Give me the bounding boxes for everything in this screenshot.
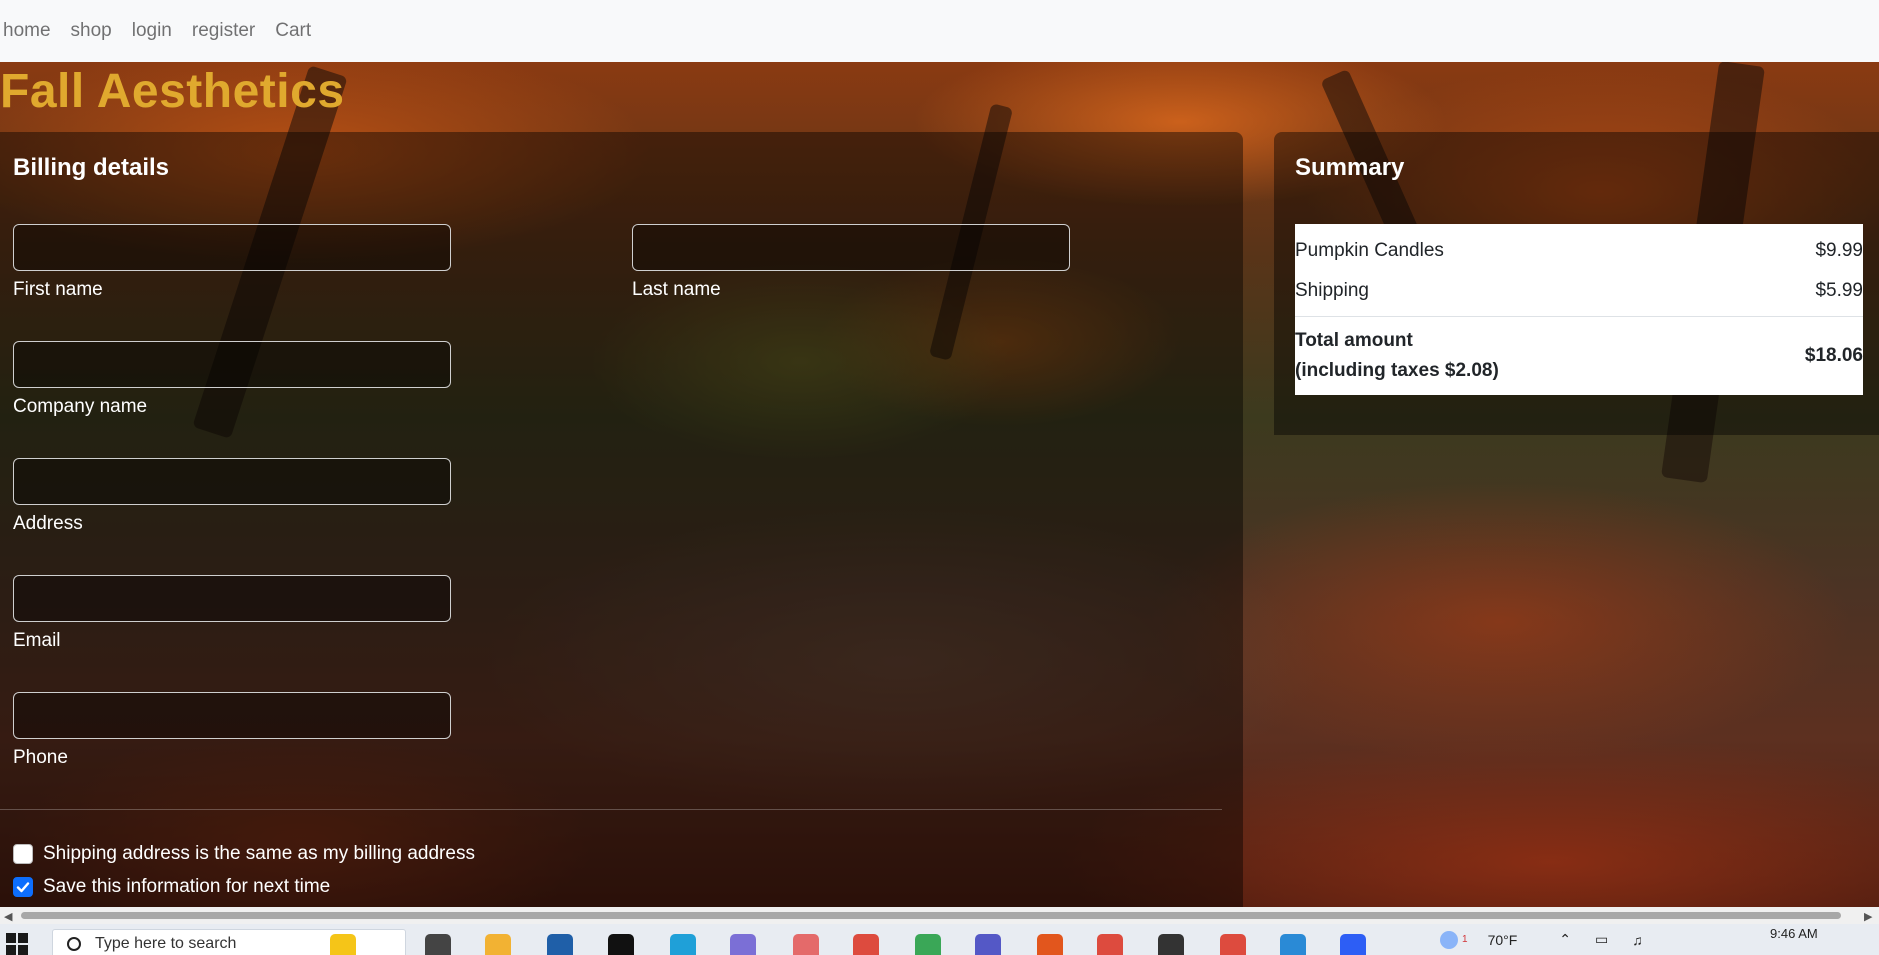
windows-start-icon[interactable] bbox=[6, 933, 28, 955]
save-info-label: Save this information for next time bbox=[43, 876, 331, 897]
teams-icon[interactable] bbox=[975, 934, 1001, 955]
last-name-field: Last name bbox=[632, 224, 1070, 301]
checkmark-icon bbox=[16, 882, 30, 893]
nav-link-shop[interactable]: shop bbox=[71, 20, 112, 42]
chevron-up-icon[interactable]: ⌃ bbox=[1559, 931, 1571, 948]
same-address-label: Shipping address is the same as my billi… bbox=[43, 843, 475, 864]
copilot-icon[interactable] bbox=[730, 934, 756, 955]
company-name-label: Company name bbox=[13, 396, 148, 417]
summary-item-price: $9.99 bbox=[1815, 240, 1863, 261]
horizontal-scrollbar[interactable]: ◀ ▶ bbox=[0, 907, 1879, 924]
app-icon[interactable] bbox=[915, 934, 941, 955]
nav-link-login[interactable]: login bbox=[132, 20, 172, 42]
form-divider bbox=[0, 809, 1222, 810]
top-navbar: home shop login register Cart bbox=[0, 0, 1879, 62]
total-label-line1: Total amount bbox=[1295, 330, 1413, 351]
dropbox-icon[interactable] bbox=[608, 934, 634, 955]
email-field: Email bbox=[13, 575, 451, 652]
total-label: Total amount (including taxes $2.08) bbox=[1295, 326, 1499, 386]
vscode-icon[interactable] bbox=[1280, 934, 1306, 955]
company-name-input[interactable] bbox=[13, 341, 451, 388]
summary-item-name: Pumpkin Candles bbox=[1295, 240, 1444, 261]
nav-link-home[interactable]: home bbox=[3, 20, 51, 42]
same-address-option[interactable]: Shipping address is the same as my billi… bbox=[13, 843, 475, 865]
billing-heading: Billing details bbox=[13, 154, 170, 181]
terminal-icon[interactable] bbox=[1158, 934, 1184, 955]
address-field: Address bbox=[13, 458, 451, 535]
phone-field: Phone bbox=[13, 692, 451, 769]
save-info-checkbox[interactable] bbox=[13, 877, 33, 897]
chrome-icon[interactable] bbox=[1220, 934, 1246, 955]
summary-divider bbox=[1295, 316, 1863, 317]
last-name-label: Last name bbox=[632, 279, 721, 300]
email-label: Email bbox=[13, 630, 61, 651]
first-name-field: First name bbox=[13, 224, 451, 301]
order-summary-panel: Summary Pumpkin Candles $9.99 Shipping $… bbox=[1274, 132, 1879, 435]
summary-item-name: Shipping bbox=[1295, 280, 1369, 301]
scroll-left-icon[interactable]: ◀ bbox=[4, 910, 12, 923]
network-icon[interactable]: ▭ bbox=[1595, 931, 1608, 948]
first-name-label: First name bbox=[13, 279, 103, 300]
last-name-input[interactable] bbox=[632, 224, 1070, 271]
notification-badge: 1 bbox=[1462, 934, 1468, 945]
billing-details-panel: Billing details First name Last name Com… bbox=[0, 132, 1243, 907]
nav-link-register[interactable]: register bbox=[192, 20, 255, 42]
phone-input[interactable] bbox=[13, 692, 451, 739]
save-info-option[interactable]: Save this information for next time bbox=[13, 876, 330, 898]
summary-item-price: $5.99 bbox=[1815, 280, 1863, 301]
app-icon[interactable] bbox=[793, 934, 819, 955]
company-name-field: Company name bbox=[13, 341, 451, 418]
scroll-right-icon[interactable]: ▶ bbox=[1864, 910, 1872, 923]
summary-item: Pumpkin Candles $9.99 bbox=[1295, 240, 1863, 262]
summary-list: Pumpkin Candles $9.99 Shipping $5.99 Tot… bbox=[1295, 224, 1863, 395]
scrollbar-thumb[interactable] bbox=[21, 912, 1841, 919]
taskbar-clock[interactable]: 9:46 AM bbox=[1770, 926, 1818, 941]
summary-item: Shipping $5.99 bbox=[1295, 280, 1863, 302]
summary-total-row: Total amount (including taxes $2.08) $18… bbox=[1295, 326, 1863, 386]
zoom-icon[interactable] bbox=[1340, 934, 1366, 955]
store-icon[interactable] bbox=[547, 934, 573, 955]
chrome-icon[interactable] bbox=[1097, 934, 1123, 955]
windows-taskbar: Type here to search 1 70°F ⌃ ▭ ♫ 9:46 AM bbox=[0, 924, 1879, 955]
phone-label: Phone bbox=[13, 747, 68, 768]
address-label: Address bbox=[13, 513, 83, 534]
site-title: Fall Aesthetics bbox=[0, 65, 345, 118]
address-input[interactable] bbox=[13, 458, 451, 505]
file-explorer-icon[interactable] bbox=[485, 934, 511, 955]
weather-widget-icon[interactable] bbox=[330, 934, 356, 955]
volume-icon[interactable]: ♫ bbox=[1632, 932, 1643, 948]
taskbar-search-placeholder: Type here to search bbox=[95, 935, 237, 952]
nav-link-cart[interactable]: Cart bbox=[275, 20, 311, 42]
total-value: $18.06 bbox=[1804, 345, 1863, 366]
search-icon bbox=[67, 937, 81, 951]
first-name-input[interactable] bbox=[13, 224, 451, 271]
ea-icon[interactable] bbox=[1037, 934, 1063, 955]
chrome-icon[interactable] bbox=[853, 934, 879, 955]
task-view-icon[interactable] bbox=[425, 934, 451, 955]
total-label-line2: (including taxes $2.08) bbox=[1295, 360, 1499, 381]
email-input[interactable] bbox=[13, 575, 451, 622]
weather-temperature[interactable]: 70°F bbox=[1488, 932, 1518, 948]
system-tray: 1 70°F ⌃ ▭ ♫ bbox=[1440, 924, 1643, 955]
weather-status-icon[interactable] bbox=[1440, 930, 1458, 949]
edge-icon[interactable] bbox=[670, 934, 696, 955]
same-address-checkbox[interactable] bbox=[13, 844, 33, 864]
summary-heading: Summary bbox=[1295, 154, 1405, 181]
